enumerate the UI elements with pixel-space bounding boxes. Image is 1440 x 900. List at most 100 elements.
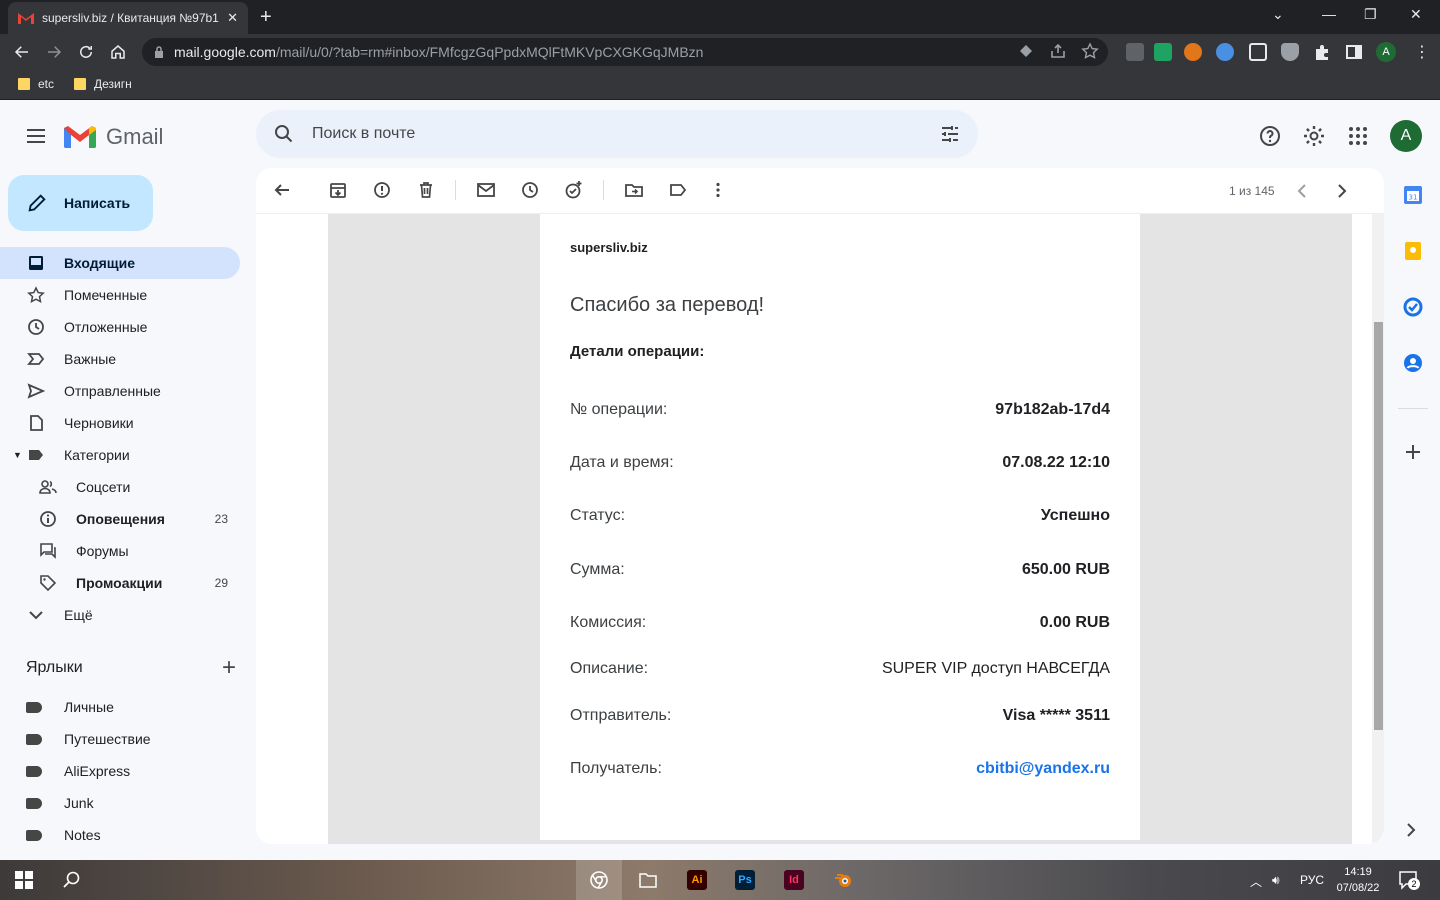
new-tab-button[interactable]: + xyxy=(260,6,272,28)
search-icon[interactable] xyxy=(274,124,294,144)
extension-mask-icon[interactable] xyxy=(1216,43,1234,61)
help-icon[interactable] xyxy=(1258,124,1282,148)
forward-button[interactable] xyxy=(42,40,66,64)
sidebar-item-important[interactable]: Важные xyxy=(0,343,240,375)
tasks-icon[interactable] xyxy=(1402,296,1424,318)
detail-key: Статус: xyxy=(570,507,626,524)
extension-fox-icon[interactable] xyxy=(1184,43,1202,61)
search-input[interactable] xyxy=(312,125,892,143)
label-item[interactable]: AliExpress xyxy=(0,755,151,787)
illustrator-icon[interactable]: Ai xyxy=(687,870,707,890)
bookmark-folder-etc[interactable]: etc xyxy=(18,77,54,91)
extension-leaf-icon[interactable] xyxy=(1154,43,1172,61)
add-addon-icon[interactable] xyxy=(1402,441,1424,463)
taskbar-search-icon[interactable] xyxy=(62,870,82,890)
sidebar-item-social[interactable]: Соцсети xyxy=(0,471,240,503)
main-menu-icon[interactable] xyxy=(24,124,48,148)
input-language[interactable]: РУС xyxy=(1300,873,1324,887)
compose-button[interactable]: Написать xyxy=(8,175,153,231)
share-icon[interactable] xyxy=(1049,42,1067,60)
label-item[interactable]: Notes xyxy=(0,819,151,851)
extension-pen-icon[interactable] xyxy=(1126,43,1144,61)
label-as-icon[interactable] xyxy=(668,180,688,200)
view-icon[interactable] xyxy=(1017,42,1035,60)
browser-profile-avatar[interactable]: A xyxy=(1376,42,1396,62)
reload-button[interactable] xyxy=(74,40,98,64)
sidebar-item-sent[interactable]: Отправленные xyxy=(0,375,240,407)
notifications-button[interactable]: 2 xyxy=(1398,870,1420,890)
more-options-icon[interactable] xyxy=(708,180,728,200)
extensions-puzzle-icon[interactable] xyxy=(1313,43,1331,61)
add-task-icon[interactable] xyxy=(564,180,584,200)
scrollbar-thumb[interactable] xyxy=(1374,322,1383,730)
label-item[interactable]: Путешествие xyxy=(0,723,151,755)
system-clock[interactable]: 14:19 07/08/22 xyxy=(1332,864,1384,896)
tray-expand-icon[interactable]: ︿ xyxy=(1250,873,1262,890)
chrome-icon[interactable] xyxy=(589,870,609,890)
snooze-icon[interactable] xyxy=(520,180,540,200)
sidebar-item-label: Оповещения xyxy=(76,511,165,527)
sidebar-item-inbox[interactable]: Входящие xyxy=(0,247,240,279)
gmail-logo[interactable]: Gmail xyxy=(64,124,163,150)
label-item[interactable]: Junk xyxy=(0,787,151,819)
photoshop-icon[interactable]: Ps xyxy=(735,870,755,890)
sidebar-item-starred[interactable]: Помеченные xyxy=(0,279,240,311)
report-spam-icon[interactable] xyxy=(372,180,392,200)
add-label-button[interactable]: + xyxy=(222,656,236,680)
newer-chevron-icon[interactable] xyxy=(1292,181,1312,201)
browser-menu-icon[interactable]: ⋮ xyxy=(1414,42,1430,62)
window-close-icon[interactable]: ✕ xyxy=(1410,6,1422,23)
blender-icon[interactable] xyxy=(834,870,854,890)
reload-icon xyxy=(80,45,92,58)
expand-panel-chevron-icon[interactable] xyxy=(1402,821,1420,839)
delete-icon[interactable] xyxy=(416,180,436,200)
tab-search-icon[interactable]: ⌄ xyxy=(1272,6,1284,23)
recipient-email-link[interactable]: cbitbi@yandex.ru xyxy=(976,760,1110,778)
clock-date: 07/08/22 xyxy=(1336,882,1380,894)
detail-row-sender: Отправитель: Visa ***** 3511 xyxy=(570,707,1110,725)
address-bar[interactable]: mail.google.com/mail/u/0/?tab=rm#inbox/F… xyxy=(142,38,1108,66)
sidebar-item-categories[interactable]: ▼ Категории xyxy=(0,439,240,471)
sidebar-item-drafts[interactable]: Черновики xyxy=(0,407,240,439)
volume-icon[interactable]: 🔊︎ xyxy=(1272,873,1280,888)
home-button[interactable] xyxy=(106,40,130,64)
search-options-icon[interactable] xyxy=(940,124,960,144)
browser-tab[interactable]: supersliv.biz / Квитанция №97b1 ✕ xyxy=(8,2,248,34)
label-item[interactable]: Личные xyxy=(0,691,151,723)
sidebar-item-label: Соцсети xyxy=(76,479,131,495)
bookmark-folder-design[interactable]: Дезигн xyxy=(74,77,132,91)
sidebar-item-promotions[interactable]: Промоакции 29 xyxy=(0,567,240,599)
tab-close-icon[interactable]: ✕ xyxy=(227,10,238,26)
settings-gear-icon[interactable] xyxy=(1302,124,1326,148)
back-button[interactable] xyxy=(10,40,34,64)
extension-shield-icon[interactable] xyxy=(1281,43,1299,61)
keep-icon[interactable] xyxy=(1402,240,1424,262)
windows-start-icon[interactable] xyxy=(14,870,34,890)
sidebar-item-updates[interactable]: Оповещения 23 xyxy=(0,503,240,535)
apps-grid-icon[interactable] xyxy=(1346,124,1370,148)
bookmark-star-icon[interactable] xyxy=(1081,42,1099,60)
svg-text:31: 31 xyxy=(1409,194,1418,202)
archive-icon[interactable] xyxy=(328,180,348,200)
file-explorer-icon[interactable] xyxy=(638,870,658,890)
folder-icon xyxy=(18,78,30,90)
search-bar[interactable] xyxy=(256,110,978,158)
move-to-icon[interactable] xyxy=(624,180,644,200)
account-avatar[interactable]: A xyxy=(1390,120,1422,152)
older-chevron-icon[interactable] xyxy=(1332,181,1352,201)
indesign-icon[interactable]: Id xyxy=(784,870,804,890)
caret-down-icon[interactable]: ▼ xyxy=(13,450,22,460)
extension-window-icon[interactable] xyxy=(1249,43,1267,61)
restore-icon[interactable]: ❐ xyxy=(1364,6,1377,23)
minimize-icon[interactable]: — xyxy=(1322,6,1336,22)
detail-key: Дата и время: xyxy=(570,454,674,471)
mark-unread-icon[interactable] xyxy=(476,180,496,200)
detail-value: SUPER VIP доступ НАВСЕГДА xyxy=(881,660,1110,677)
side-panel-icon[interactable] xyxy=(1345,43,1363,61)
sidebar-item-more[interactable]: Ещё xyxy=(0,599,240,631)
sidebar-item-forums[interactable]: Форумы xyxy=(0,535,240,567)
contacts-icon[interactable] xyxy=(1402,352,1424,374)
back-to-inbox-icon[interactable] xyxy=(272,180,292,200)
calendar-icon[interactable]: 31 xyxy=(1402,184,1424,206)
sidebar-item-snoozed[interactable]: Отложенные xyxy=(0,311,240,343)
